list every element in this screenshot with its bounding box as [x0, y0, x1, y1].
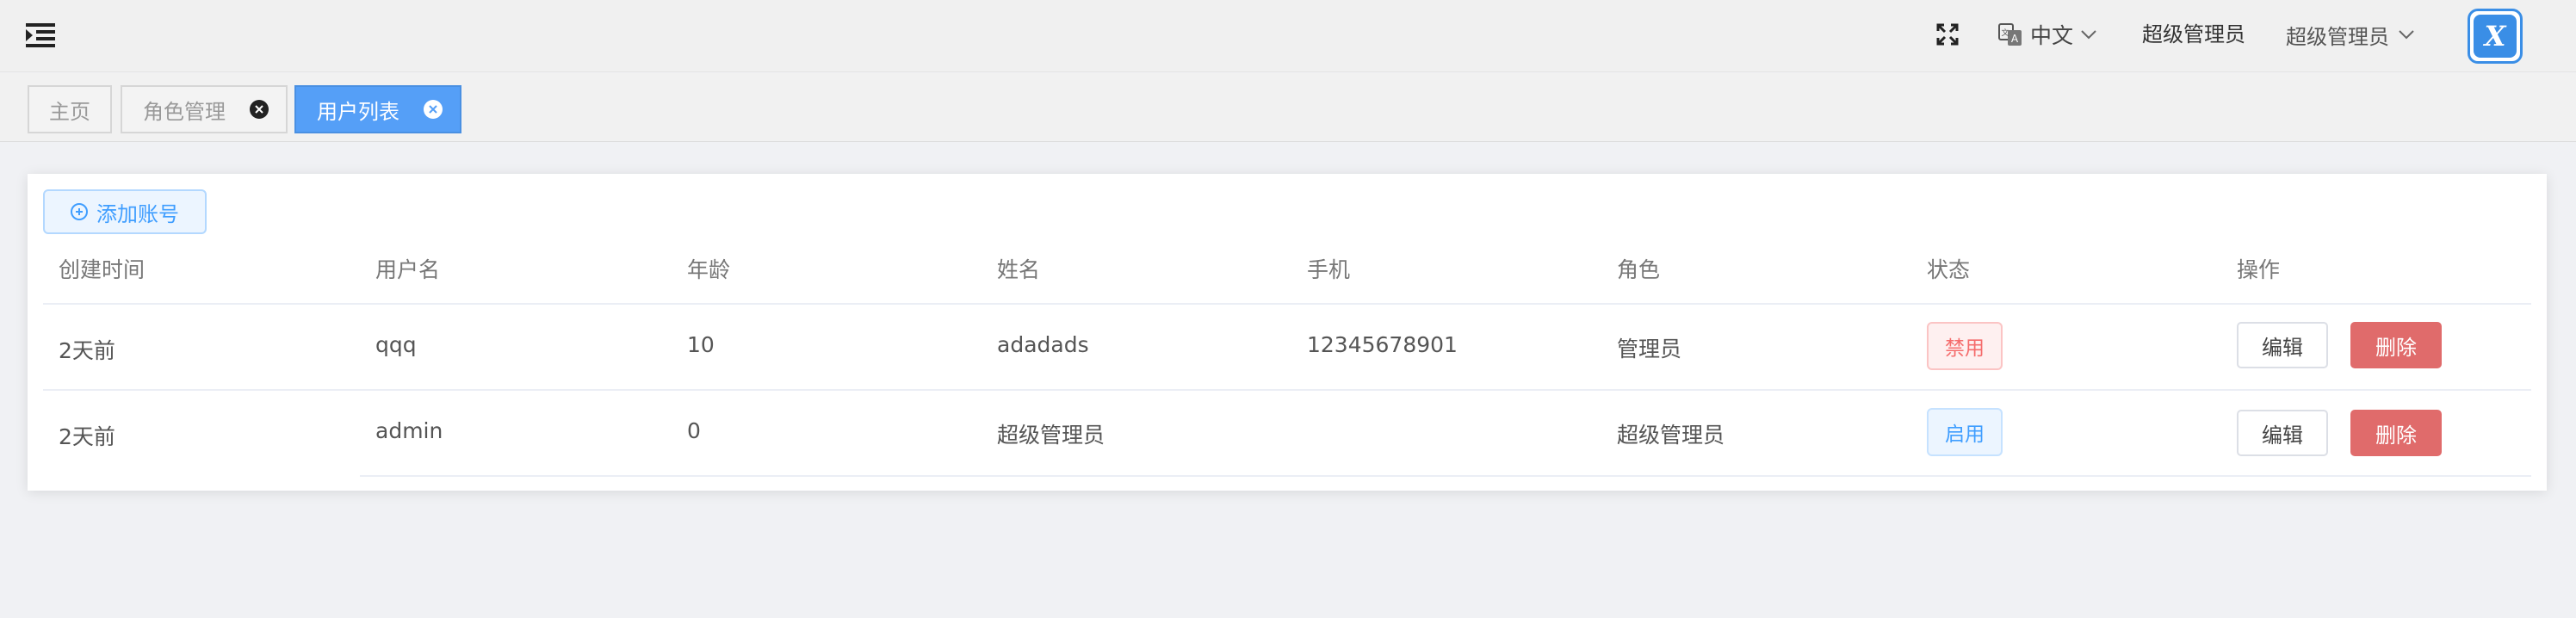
translate-icon: A 文 — [1998, 23, 2022, 46]
column-header-age: 年龄 — [687, 257, 731, 282]
avatar[interactable]: X — [2468, 9, 2523, 64]
column-header-phone: 手机 — [1307, 257, 1351, 282]
cell-role: 管理员 — [1617, 337, 1682, 362]
close-icon[interactable] — [424, 100, 443, 119]
cell-created: 2天前 — [59, 424, 115, 449]
user-menu[interactable]: 超级管理员 — [2286, 17, 2415, 52]
user-list-card: 添加账号 创建时间 用户名 年龄 姓名 手机 角色 状态 操作 2天前 qqq … — [28, 174, 2547, 491]
tab-user-list[interactable]: 用户列表 — [294, 85, 461, 133]
column-header-actions: 操作 — [2237, 257, 2281, 282]
top-header: A 文 中文 超级管理员 超级管理员 X — [0, 0, 2576, 72]
svg-text:A: A — [2011, 33, 2019, 45]
user-menu-label: 超级管理员 — [2286, 24, 2389, 49]
admin-name: 超级管理员 — [2142, 22, 2245, 46]
chevron-down-icon — [2081, 30, 2096, 40]
cell-name: 超级管理员 — [997, 423, 1105, 448]
cell-role: 超级管理员 — [1617, 423, 1725, 448]
cell-age: 0 — [687, 418, 701, 443]
column-header-created: 创建时间 — [59, 257, 146, 282]
status-badge: 禁用 — [1927, 322, 2003, 370]
cell-name: adadads — [997, 332, 1089, 357]
cell-username: qqq — [375, 332, 417, 357]
status-badge: 启用 — [1927, 408, 2003, 456]
edit-button[interactable]: 编辑 — [2237, 410, 2328, 456]
header-divider — [43, 303, 2531, 305]
row-divider — [43, 389, 2531, 391]
tab-label: 主页 — [49, 99, 90, 124]
chevron-down-icon — [2399, 30, 2414, 40]
cell-username: admin — [375, 418, 443, 443]
delete-button[interactable]: 删除 — [2350, 410, 2442, 456]
add-account-label: 添加账号 — [96, 201, 179, 226]
tab-role-management[interactable]: 角色管理 — [121, 85, 288, 133]
tab-label: 角色管理 — [143, 99, 226, 124]
plus-circle-icon — [71, 203, 88, 220]
column-header-role: 角色 — [1617, 257, 1661, 282]
tab-home[interactable]: 主页 — [28, 85, 112, 133]
tabs-bar: 主页 角色管理 用户列表 — [0, 73, 2576, 142]
column-header-username: 用户名 — [375, 257, 441, 282]
language-label: 中文 — [2030, 23, 2074, 48]
column-header-status: 状态 — [1927, 257, 1971, 282]
language-switcher[interactable]: A 文 中文 — [1997, 17, 2097, 52]
add-account-button[interactable]: 添加账号 — [43, 189, 207, 234]
fullscreen-icon[interactable] — [1935, 22, 1960, 46]
delete-button[interactable]: 删除 — [2350, 322, 2442, 368]
cell-age: 10 — [687, 332, 715, 357]
cell-phone: 12345678901 — [1307, 332, 1458, 357]
avatar-letter: X — [2474, 15, 2517, 58]
column-header-name: 姓名 — [997, 257, 1041, 282]
close-icon[interactable] — [250, 100, 269, 119]
svg-text:文: 文 — [2001, 28, 2009, 38]
cell-created: 2天前 — [59, 338, 115, 363]
menu-fold-icon[interactable] — [26, 22, 57, 48]
row-divider — [360, 475, 2531, 477]
tab-label: 用户列表 — [317, 99, 399, 124]
edit-button[interactable]: 编辑 — [2237, 322, 2328, 368]
